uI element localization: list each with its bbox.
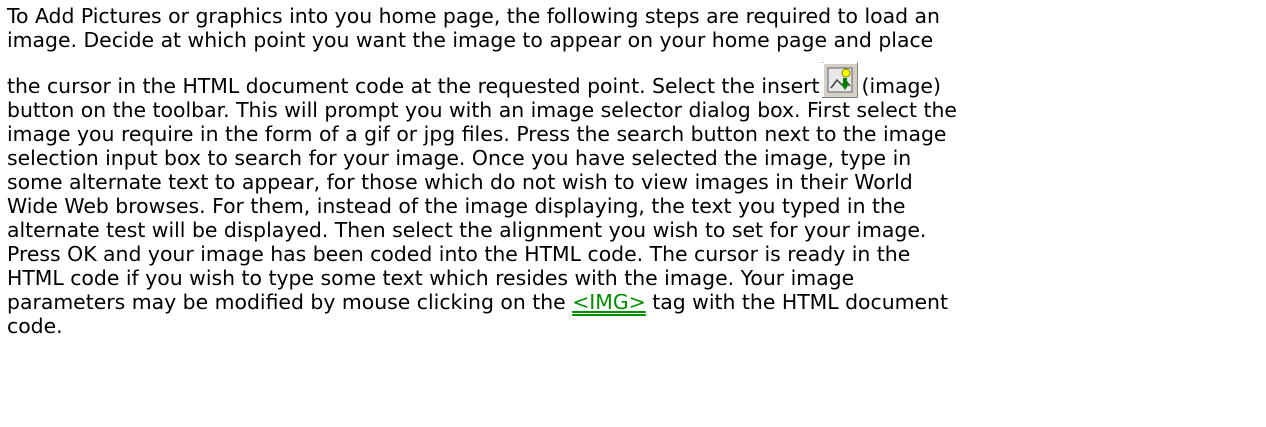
- paragraph-line: button on the toolbar. This will prompt …: [7, 98, 957, 122]
- paragraph-line: alternate test will be displayed. Then s…: [7, 218, 927, 242]
- paragraph-line-with-icon: the cursor in the HTML document code at …: [7, 52, 1259, 98]
- paragraph-line: Press OK and your image has been coded i…: [7, 242, 911, 266]
- help-topic-body: To Add Pictures or graphics into you hom…: [7, 4, 1259, 338]
- paragraph-line: image. Decide at which point you want th…: [7, 28, 934, 52]
- paragraph-line: image you require in the form of a gif o…: [7, 122, 947, 146]
- paragraph-line: selection input box to search for your i…: [7, 146, 912, 170]
- paragraph-text: (image): [861, 74, 941, 98]
- insert-image-icon: [821, 62, 858, 98]
- paragraph-line-with-link: parameters may be modified by mouse clic…: [7, 290, 1259, 314]
- paragraph-text: the cursor in the HTML document code at …: [7, 74, 820, 98]
- paragraph-line: some alternate text to appear, for those…: [7, 170, 913, 194]
- paragraph-line: To Add Pictures or graphics into you hom…: [7, 4, 940, 28]
- paragraph-line: HTML code if you wish to type some text …: [7, 266, 855, 290]
- paragraph-line: code.: [7, 314, 63, 338]
- img-tag-link[interactable]: <IMG>: [572, 290, 646, 314]
- paragraph-text: tag with the HTML document: [652, 290, 948, 314]
- paragraph-text: parameters may be modified by mouse clic…: [7, 290, 566, 314]
- paragraph-line: Wide Web browses. For them, instead of t…: [7, 194, 906, 218]
